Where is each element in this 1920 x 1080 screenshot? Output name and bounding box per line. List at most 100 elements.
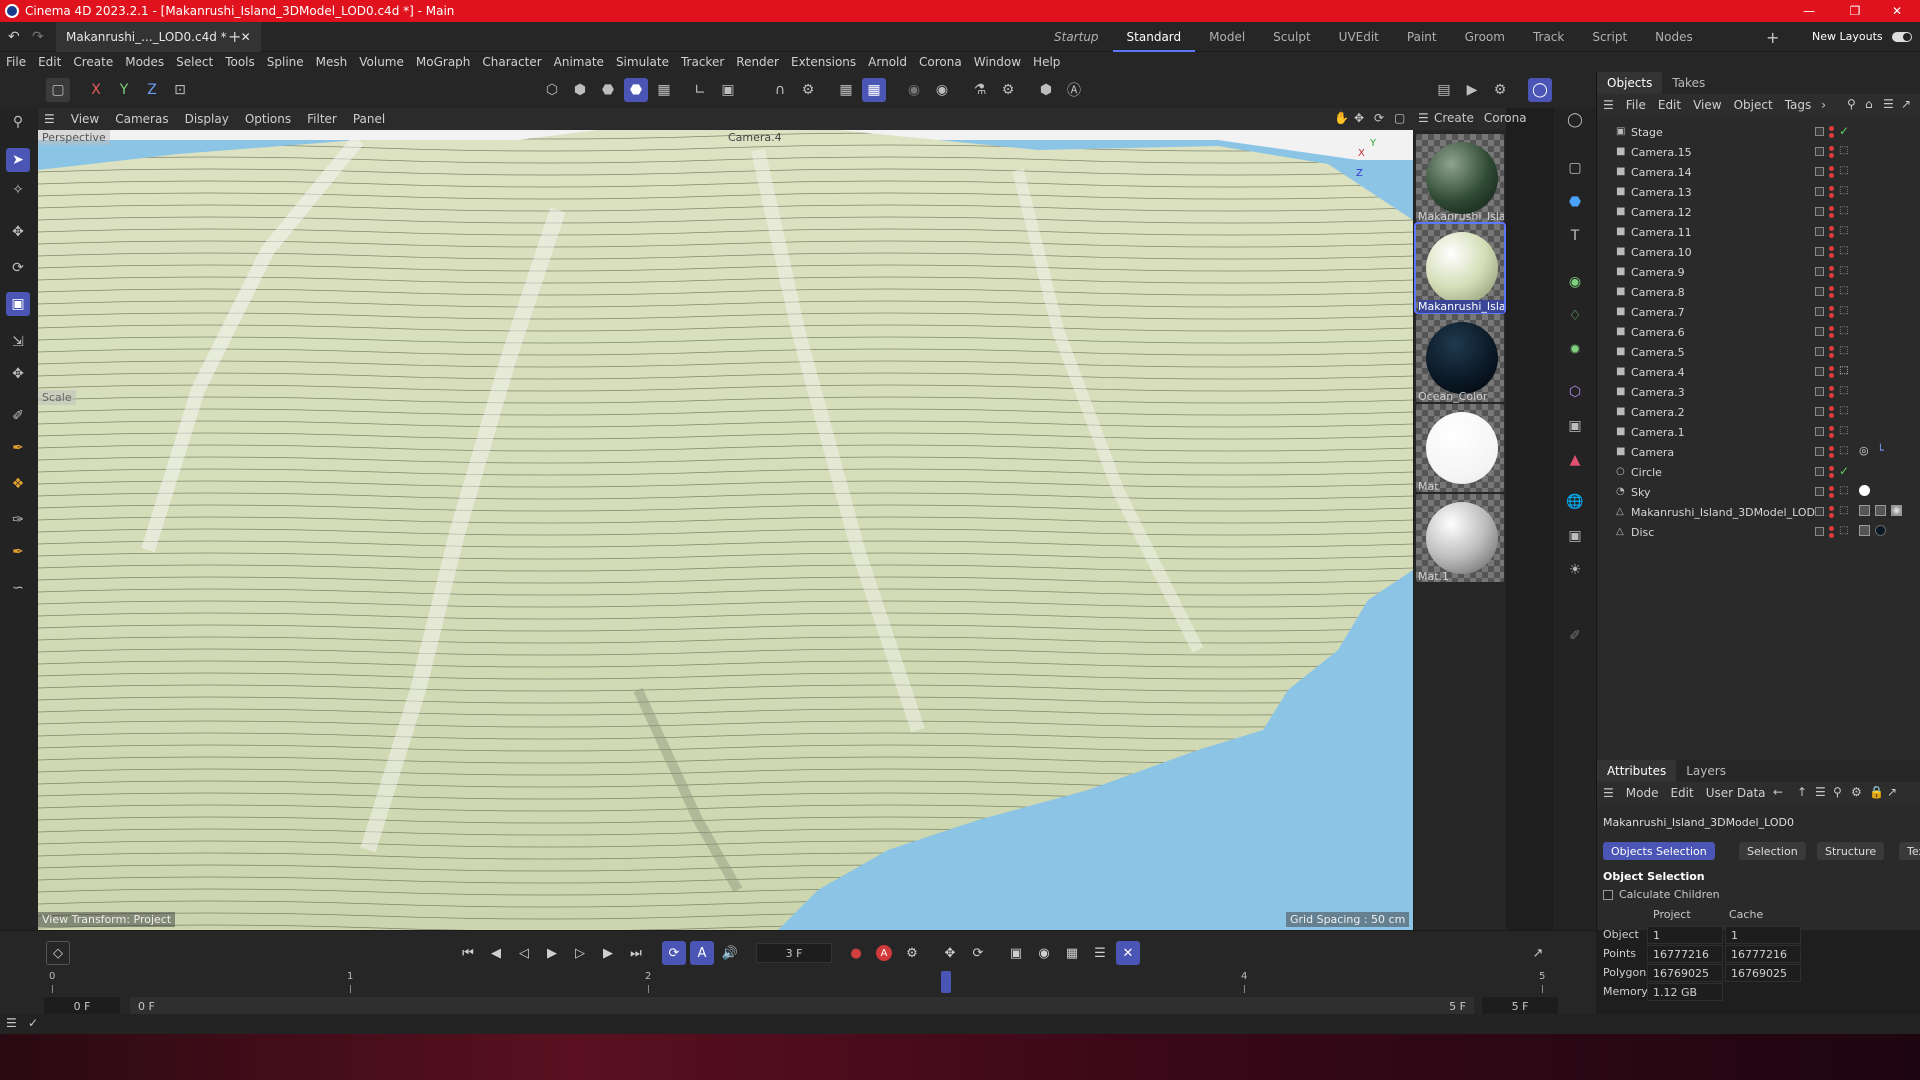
object-row[interactable]: ■ Camera.7 ⬚: [1597, 302, 1920, 322]
snap-settings-icon[interactable]: ⚙: [796, 78, 820, 102]
editor-visibility-dot[interactable]: [1829, 266, 1834, 271]
visibility-toggle[interactable]: [1815, 447, 1824, 456]
objects-search-icon[interactable]: ⚲: [1847, 97, 1856, 111]
menu-animate[interactable]: Animate: [548, 55, 610, 69]
visibility-toggle[interactable]: [1815, 407, 1824, 416]
layer-lock-icon[interactable]: ⬚: [1839, 445, 1850, 456]
object-name[interactable]: Camera.6: [1631, 326, 1685, 339]
graph-editor-icon[interactable]: ↗: [1526, 941, 1550, 965]
render-visibility-dot[interactable]: [1829, 273, 1834, 278]
object-row[interactable]: ■ Camera.5 ⬚: [1597, 342, 1920, 362]
attributes-menu-user-data[interactable]: User Data: [1700, 786, 1772, 800]
editor-visibility-dot[interactable]: [1829, 326, 1834, 331]
render-visibility-dot[interactable]: [1829, 213, 1834, 218]
attributes-hamburger-icon[interactable]: ☰: [1597, 786, 1620, 800]
object-row[interactable]: ■ Camera.1 ⬚: [1597, 422, 1920, 442]
material-swatch[interactable]: [1416, 404, 1504, 492]
render-visibility-dot[interactable]: [1829, 313, 1834, 318]
attr-search-icon[interactable]: ⚲: [1833, 785, 1842, 799]
layout-tab-track[interactable]: Track: [1519, 22, 1578, 52]
minimize-icon[interactable]: —: [1786, 0, 1832, 22]
editor-visibility-dot[interactable]: [1829, 126, 1834, 131]
object-name[interactable]: Camera.15: [1631, 146, 1692, 159]
editor-visibility-dot[interactable]: [1829, 386, 1834, 391]
solo-mode-icon[interactable]: ▣: [716, 78, 740, 102]
rotate-tool-icon[interactable]: ⟳: [6, 256, 30, 280]
axis-mode-icon[interactable]: ∟: [688, 78, 712, 102]
subtab-textures[interactable]: Textures: [1899, 842, 1920, 860]
pan-view-icon[interactable]: ✋: [1334, 111, 1349, 125]
object-row[interactable]: ■ Camera.14 ⬚: [1597, 162, 1920, 182]
menu-select[interactable]: Select: [170, 55, 219, 69]
y-axis-lock[interactable]: Y: [112, 78, 136, 102]
search-icon[interactable]: ⚲: [6, 110, 30, 134]
object-name[interactable]: Camera.8: [1631, 286, 1685, 299]
lock-workplane-icon[interactable]: ◉: [930, 78, 954, 102]
material-menu-icon[interactable]: ☰: [1418, 111, 1429, 125]
material-swatch[interactable]: [1414, 222, 1506, 314]
visibility-toggle[interactable]: [1815, 267, 1824, 276]
object-name[interactable]: Camera.5: [1631, 346, 1685, 359]
range-slider[interactable]: 0 F 5 F: [130, 997, 1474, 1015]
render-view-icon[interactable]: ▤: [1432, 78, 1456, 102]
previous-key-icon[interactable]: ◀: [484, 941, 508, 965]
material-menu-create[interactable]: Create: [1434, 111, 1474, 125]
material-name[interactable]: Mat: [1418, 480, 1504, 493]
object-row[interactable]: ■ Camera.10 ⬚: [1597, 242, 1920, 262]
object-row[interactable]: ■ Camera.12 ⬚: [1597, 202, 1920, 222]
object-row[interactable]: ■ Camera.8 ⬚: [1597, 282, 1920, 302]
subtab-structure[interactable]: Structure: [1817, 842, 1885, 860]
object-row[interactable]: ■ Camera.13 ⬚: [1597, 182, 1920, 202]
visibility-toggle[interactable]: [1815, 327, 1824, 336]
menu-mograph[interactable]: MoGraph: [410, 55, 477, 69]
objects-hamburger-icon[interactable]: ☰: [1597, 98, 1620, 112]
editor-visibility-dot[interactable]: [1829, 186, 1834, 191]
keyframe-icon[interactable]: ◇: [46, 941, 70, 965]
object-name[interactable]: Stage: [1631, 126, 1663, 139]
layer-lock-icon[interactable]: ⬚: [1839, 225, 1850, 236]
undo-icon[interactable]: ↶: [8, 29, 20, 45]
render-settings-icon[interactable]: ⚙: [1488, 78, 1512, 102]
play-icon[interactable]: ▶: [540, 941, 564, 965]
visibility-toggle[interactable]: [1815, 287, 1824, 296]
editor-visibility-dot[interactable]: [1829, 226, 1834, 231]
phong-tag-icon[interactable]: [1859, 505, 1870, 516]
visibility-toggle[interactable]: [1815, 147, 1824, 156]
check-tag-icon[interactable]: ✓: [1839, 124, 1850, 138]
editor-visibility-dot[interactable]: [1829, 166, 1834, 171]
viewport-menu-panel[interactable]: Panel: [345, 112, 393, 126]
layout-tab-paint[interactable]: Paint: [1393, 22, 1451, 52]
phong-tag-icon[interactable]: [1859, 525, 1870, 536]
object-name[interactable]: Camera: [1631, 446, 1674, 459]
visibility-toggle[interactable]: [1815, 207, 1824, 216]
restore-icon[interactable]: ❐: [1832, 0, 1878, 22]
object-name[interactable]: Camera.13: [1631, 186, 1692, 199]
go-to-start-icon[interactable]: ⏮: [456, 941, 480, 965]
uv-mode-icon[interactable]: ▦: [652, 78, 676, 102]
editor-visibility-dot[interactable]: [1829, 346, 1834, 351]
object-name[interactable]: Sky: [1631, 486, 1650, 499]
tab-attributes[interactable]: Attributes: [1597, 760, 1677, 782]
layer-lock-icon[interactable]: ⬚: [1839, 165, 1850, 176]
menu-more-icon[interactable]: ›: [1817, 98, 1830, 112]
target-tag-icon[interactable]: ◎: [1859, 444, 1870, 457]
polygons-mode-icon[interactable]: ⬣: [596, 78, 620, 102]
camera-object-icon[interactable]: ◯: [1563, 108, 1587, 132]
material-name[interactable]: Makanrushi_Island: [1418, 210, 1504, 223]
calculate-children-checkbox[interactable]: [1603, 890, 1613, 900]
material-swatch[interactable]: [1416, 134, 1504, 222]
light-object-icon[interactable]: ☀: [1563, 558, 1587, 582]
spline-tools-icon[interactable]: ✒: [6, 436, 30, 460]
rotate-view-icon[interactable]: ⟳: [1374, 111, 1384, 125]
layer-lock-icon[interactable]: ⬚: [1839, 525, 1850, 536]
menu-render[interactable]: Render: [730, 55, 785, 69]
render-visibility-dot[interactable]: [1829, 393, 1834, 398]
object-row[interactable]: ○ Circle ✓: [1597, 462, 1920, 482]
render-visibility-dot[interactable]: [1829, 353, 1834, 358]
layer-lock-icon[interactable]: ⬚: [1839, 365, 1850, 376]
transfer-tool-icon[interactable]: ⇲: [6, 330, 30, 354]
close-icon[interactable]: ✕: [1874, 0, 1920, 22]
text-object-icon[interactable]: T: [1563, 224, 1587, 248]
editor-visibility-dot[interactable]: [1829, 526, 1834, 531]
lock-icon[interactable]: 🔒: [1869, 785, 1884, 799]
